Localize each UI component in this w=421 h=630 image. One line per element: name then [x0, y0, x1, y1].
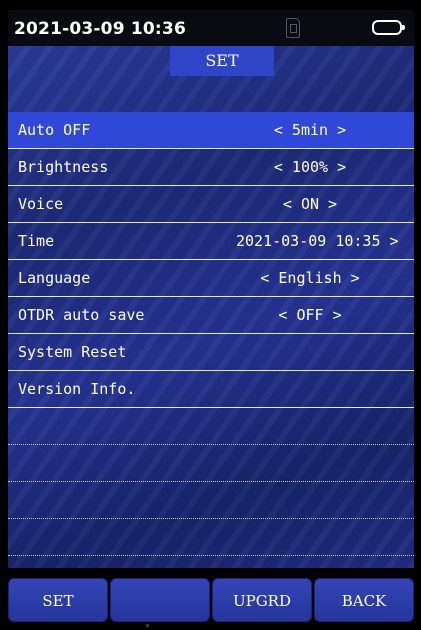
softkey-bar: SET UPGRD BACK [8, 578, 414, 622]
back-button[interactable]: BACK [314, 578, 414, 622]
blank-softkey[interactable] [110, 578, 210, 622]
empty-row [8, 445, 414, 482]
bezel-dot [146, 624, 149, 627]
setting-row-auto-off[interactable]: Auto OFF < 5min > [8, 112, 414, 149]
setting-label: Time [18, 232, 55, 250]
settings-list: Auto OFF < 5min > Brightness < 100% > Vo… [8, 112, 414, 568]
setting-label: Version Info. [18, 380, 136, 398]
setting-row-voice[interactable]: Voice < ON > [8, 186, 414, 223]
setting-row-version-info[interactable]: Version Info. [8, 371, 414, 408]
setting-value[interactable]: < OFF > [230, 297, 390, 333]
setting-value[interactable]: < 5min > [230, 112, 390, 148]
setting-value[interactable]: 2021-03-09 10:35 > [236, 223, 414, 259]
empty-row [8, 408, 414, 445]
settings-panel: SET Auto OFF < 5min > Brightness < 100% … [8, 46, 414, 568]
status-bar: 2021-03-09 10:36 [8, 10, 414, 46]
setting-label: OTDR auto save [18, 306, 145, 324]
setting-label: Auto OFF [18, 121, 91, 139]
device-screen: 2021-03-09 10:36 SET Auto OFF < 5min > B… [0, 0, 421, 630]
setting-label: Language [18, 269, 91, 287]
setting-value[interactable]: < English > [230, 260, 390, 296]
status-datetime: 2021-03-09 10:36 [14, 19, 186, 39]
empty-row [8, 482, 414, 519]
empty-row [8, 519, 414, 556]
page-title: SET [170, 46, 274, 76]
setting-label: Voice [18, 195, 64, 213]
empty-row [8, 556, 414, 568]
setting-row-language[interactable]: Language < English > [8, 260, 414, 297]
setting-value[interactable]: < ON > [230, 186, 390, 222]
set-button[interactable]: SET [8, 578, 108, 622]
setting-row-time[interactable]: Time 2021-03-09 10:35 > [8, 223, 414, 260]
setting-value[interactable]: < 100% > [230, 149, 390, 185]
setting-label: Brightness [18, 158, 109, 176]
setting-row-system-reset[interactable]: System Reset [8, 334, 414, 371]
setting-row-otdr-auto-save[interactable]: OTDR auto save < OFF > [8, 297, 414, 334]
battery-icon [372, 20, 405, 35]
setting-label: System Reset [18, 343, 127, 361]
upgrade-button[interactable]: UPGRD [212, 578, 312, 622]
setting-row-brightness[interactable]: Brightness < 100% > [8, 149, 414, 186]
sd-card-icon [286, 18, 300, 38]
